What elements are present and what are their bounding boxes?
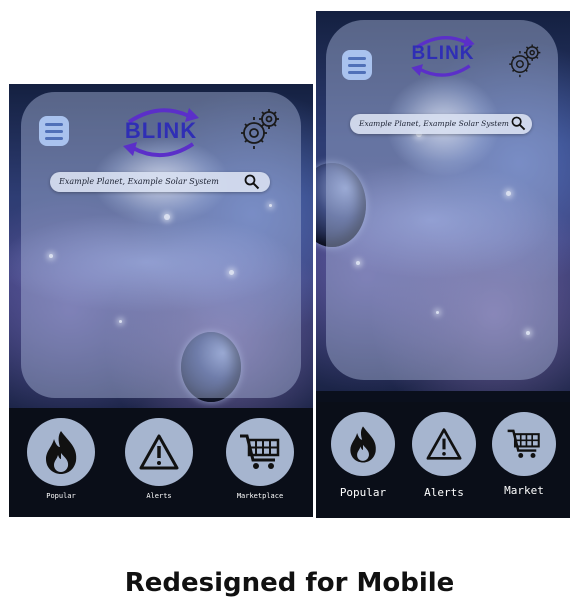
settings-button[interactable] <box>506 42 542 82</box>
settings-button[interactable] <box>237 106 281 154</box>
nav-alerts-label: Alerts <box>424 486 464 499</box>
bottom-nav: Popular Alerts <box>316 402 570 518</box>
gear-icon <box>241 109 279 149</box>
nav-alerts[interactable]: Alerts <box>409 412 479 499</box>
brand-logo: BLINK <box>408 32 478 78</box>
header-panel: BLINK Example Planet, Example Solar Syst… <box>326 20 558 380</box>
gear-icon <box>509 44 541 78</box>
menu-button[interactable] <box>39 116 69 146</box>
warning-icon <box>139 434 179 470</box>
cart-icon <box>507 429 540 458</box>
menu-icon <box>348 56 366 60</box>
nav-marketplace[interactable]: Marketplace <box>217 418 303 500</box>
search-bar[interactable]: Example Planet, Example Solar System <box>50 172 270 192</box>
fire-icon <box>46 431 77 474</box>
menu-button[interactable] <box>342 50 372 80</box>
nav-marketplace-label: Marketplace <box>236 492 284 500</box>
caption: Redesigned for Mobile <box>124 568 455 598</box>
menu-icon <box>45 122 63 126</box>
nav-popular-label: Popular <box>46 492 76 500</box>
cart-icon <box>240 434 280 469</box>
search-input[interactable]: Example Planet, Example Solar System <box>359 114 509 134</box>
nav-alerts[interactable]: Alerts <box>123 418 195 500</box>
search-bar[interactable]: Example Planet, Example Solar System <box>350 114 532 134</box>
mobile-mockup-original: BLINK Example Planet, Example Solar Syst… <box>9 84 313 517</box>
bottom-nav: Popular Alerts <box>9 408 313 517</box>
search-input[interactable]: Example Planet, Example Solar System <box>59 172 219 192</box>
search-icon[interactable] <box>244 174 260 190</box>
brand-name: BLINK <box>411 43 475 64</box>
header-panel: BLINK Example Planet, Example Solar Syst… <box>21 92 301 398</box>
nav-market[interactable]: Market <box>489 412 559 497</box>
nav-popular-label: Popular <box>339 486 387 499</box>
nav-market-label: Market <box>504 484 544 497</box>
nav-popular[interactable]: Popular <box>25 418 97 500</box>
brand-logo: BLINK <box>119 104 203 158</box>
mobile-mockup-redesigned: BLINK Example Planet, Example Solar Syst… <box>316 11 570 518</box>
warning-icon <box>426 428 462 460</box>
fire-icon <box>350 426 376 463</box>
nav-alerts-label: Alerts <box>146 492 172 500</box>
brand-name: BLINK <box>124 118 198 143</box>
search-icon[interactable] <box>511 116 526 131</box>
nav-popular[interactable]: Popular <box>328 412 398 499</box>
